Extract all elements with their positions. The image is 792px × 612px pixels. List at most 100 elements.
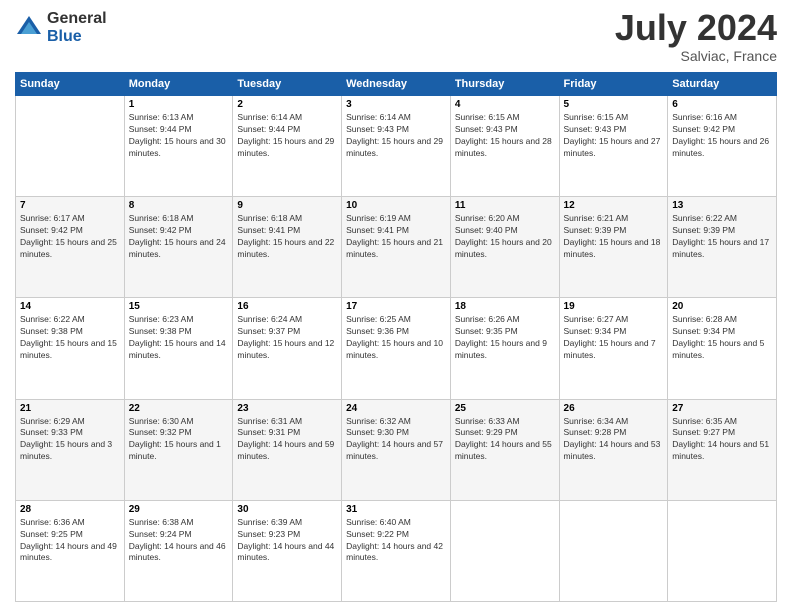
day-number: 27 — [672, 403, 772, 414]
col-tuesday: Tuesday — [233, 73, 342, 96]
day-number: 8 — [129, 200, 229, 211]
day-info: Sunrise: 6:31 AMSunset: 9:31 PMDaylight:… — [237, 416, 337, 464]
day-number: 20 — [672, 301, 772, 312]
table-cell: 17 Sunrise: 6:25 AMSunset: 9:36 PMDayligh… — [342, 298, 451, 399]
table-cell — [450, 500, 559, 601]
day-info: Sunrise: 6:35 AMSunset: 9:27 PMDaylight:… — [672, 416, 772, 464]
day-info: Sunrise: 6:22 AMSunset: 9:38 PMDaylight:… — [20, 314, 120, 362]
day-number: 28 — [20, 504, 120, 515]
day-info: Sunrise: 6:23 AMSunset: 9:38 PMDaylight:… — [129, 314, 229, 362]
day-info: Sunrise: 6:15 AMSunset: 9:43 PMDaylight:… — [564, 112, 664, 160]
logo-text: General Blue — [47, 10, 107, 45]
day-number: 22 — [129, 403, 229, 414]
table-cell: 24 Sunrise: 6:32 AMSunset: 9:30 PMDayligh… — [342, 399, 451, 500]
title-month: July 2024 — [615, 10, 777, 46]
table-cell: 9 Sunrise: 6:18 AMSunset: 9:41 PMDaylight… — [233, 197, 342, 298]
day-number: 2 — [237, 99, 337, 110]
day-number: 12 — [564, 200, 664, 211]
day-info: Sunrise: 6:29 AMSunset: 9:33 PMDaylight:… — [20, 416, 120, 464]
logo-general: General — [47, 10, 107, 28]
table-cell: 23 Sunrise: 6:31 AMSunset: 9:31 PMDayligh… — [233, 399, 342, 500]
table-cell — [559, 500, 668, 601]
table-cell: 3Sunrise: 6:14 AMSunset: 9:43 PMDaylight… — [342, 96, 451, 197]
day-info: Sunrise: 6:33 AMSunset: 9:29 PMDaylight:… — [455, 416, 555, 464]
table-cell: 1Sunrise: 6:13 AMSunset: 9:44 PMDaylight… — [124, 96, 233, 197]
day-info: Sunrise: 6:24 AMSunset: 9:37 PMDaylight:… — [237, 314, 337, 362]
week-row-3: 14 Sunrise: 6:22 AMSunset: 9:38 PMDayligh… — [16, 298, 777, 399]
week-row-5: 28 Sunrise: 6:36 AMSunset: 9:25 PMDayligh… — [16, 500, 777, 601]
table-cell: 10 Sunrise: 6:19 AMSunset: 9:41 PMDayligh… — [342, 197, 451, 298]
day-number: 23 — [237, 403, 337, 414]
day-number: 5 — [564, 99, 664, 110]
table-cell: 2Sunrise: 6:14 AMSunset: 9:44 PMDaylight… — [233, 96, 342, 197]
col-sunday: Sunday — [16, 73, 125, 96]
col-saturday: Saturday — [668, 73, 777, 96]
table-cell — [668, 500, 777, 601]
day-info: Sunrise: 6:15 AMSunset: 9:43 PMDaylight:… — [455, 112, 555, 160]
day-number: 15 — [129, 301, 229, 312]
day-info: Sunrise: 6:36 AMSunset: 9:25 PMDaylight:… — [20, 517, 120, 565]
table-cell: 18 Sunrise: 6:26 AMSunset: 9:35 PMDayligh… — [450, 298, 559, 399]
day-number: 16 — [237, 301, 337, 312]
day-info: Sunrise: 6:25 AMSunset: 9:36 PMDaylight:… — [346, 314, 446, 362]
table-cell: 27 Sunrise: 6:35 AMSunset: 9:27 PMDayligh… — [668, 399, 777, 500]
day-number: 9 — [237, 200, 337, 211]
header: General Blue July 2024 Salviac, France — [15, 10, 777, 64]
day-number: 30 — [237, 504, 337, 515]
col-wednesday: Wednesday — [342, 73, 451, 96]
day-number: 1 — [129, 99, 229, 110]
day-number: 10 — [346, 200, 446, 211]
table-cell: 15 Sunrise: 6:23 AMSunset: 9:38 PMDayligh… — [124, 298, 233, 399]
day-info: Sunrise: 6:19 AMSunset: 9:41 PMDaylight:… — [346, 213, 446, 261]
col-monday: Monday — [124, 73, 233, 96]
day-number: 25 — [455, 403, 555, 414]
table-cell: 14 Sunrise: 6:22 AMSunset: 9:38 PMDayligh… — [16, 298, 125, 399]
day-number: 29 — [129, 504, 229, 515]
week-row-4: 21 Sunrise: 6:29 AMSunset: 9:33 PMDayligh… — [16, 399, 777, 500]
title-location: Salviac, France — [615, 48, 777, 64]
logo-icon — [15, 14, 43, 42]
day-number: 7 — [20, 200, 120, 211]
table-cell: 26 Sunrise: 6:34 AMSunset: 9:28 PMDayligh… — [559, 399, 668, 500]
day-info: Sunrise: 6:32 AMSunset: 9:30 PMDaylight:… — [346, 416, 446, 464]
day-info: Sunrise: 6:30 AMSunset: 9:32 PMDaylight:… — [129, 416, 229, 464]
table-cell: 19 Sunrise: 6:27 AMSunset: 9:34 PMDayligh… — [559, 298, 668, 399]
day-number: 21 — [20, 403, 120, 414]
calendar-header-row: Sunday Monday Tuesday Wednesday Thursday… — [16, 73, 777, 96]
table-cell: 22 Sunrise: 6:30 AMSunset: 9:32 PMDayligh… — [124, 399, 233, 500]
logo-blue: Blue — [47, 28, 107, 46]
day-info: Sunrise: 6:27 AMSunset: 9:34 PMDaylight:… — [564, 314, 664, 362]
table-cell: 21 Sunrise: 6:29 AMSunset: 9:33 PMDayligh… — [16, 399, 125, 500]
table-cell: 7 Sunrise: 6:17 AMSunset: 9:42 PMDaylight… — [16, 197, 125, 298]
day-number: 26 — [564, 403, 664, 414]
day-info: Sunrise: 6:18 AMSunset: 9:41 PMDaylight:… — [237, 213, 337, 261]
table-cell: 30Sunrise: 6:39 AMSunset: 9:23 PMDayligh… — [233, 500, 342, 601]
table-cell: 20 Sunrise: 6:28 AMSunset: 9:34 PMDayligh… — [668, 298, 777, 399]
day-info: Sunrise: 6:34 AMSunset: 9:28 PMDaylight:… — [564, 416, 664, 464]
table-cell: 16 Sunrise: 6:24 AMSunset: 9:37 PMDayligh… — [233, 298, 342, 399]
page: General Blue July 2024 Salviac, France S… — [0, 0, 792, 612]
day-number: 4 — [455, 99, 555, 110]
calendar-table: Sunday Monday Tuesday Wednesday Thursday… — [15, 72, 777, 602]
table-cell: 25 Sunrise: 6:33 AMSunset: 9:29 PMDayligh… — [450, 399, 559, 500]
table-cell: 28 Sunrise: 6:36 AMSunset: 9:25 PMDayligh… — [16, 500, 125, 601]
day-number: 13 — [672, 200, 772, 211]
day-info: Sunrise: 6:38 AMSunset: 9:24 PMDaylight:… — [129, 517, 229, 565]
logo: General Blue — [15, 10, 107, 45]
day-info: Sunrise: 6:21 AMSunset: 9:39 PMDaylight:… — [564, 213, 664, 261]
day-number: 18 — [455, 301, 555, 312]
week-row-2: 7 Sunrise: 6:17 AMSunset: 9:42 PMDaylight… — [16, 197, 777, 298]
day-number: 17 — [346, 301, 446, 312]
day-number: 19 — [564, 301, 664, 312]
table-cell: 11Sunrise: 6:20 AMSunset: 9:40 PMDayligh… — [450, 197, 559, 298]
table-cell: 29 Sunrise: 6:38 AMSunset: 9:24 PMDayligh… — [124, 500, 233, 601]
day-number: 24 — [346, 403, 446, 414]
day-info: Sunrise: 6:17 AMSunset: 9:42 PMDaylight:… — [20, 213, 120, 261]
day-number: 14 — [20, 301, 120, 312]
table-cell: 13Sunrise: 6:22 AMSunset: 9:39 PMDayligh… — [668, 197, 777, 298]
day-info: Sunrise: 6:16 AMSunset: 9:42 PMDaylight:… — [672, 112, 772, 160]
day-info: Sunrise: 6:26 AMSunset: 9:35 PMDaylight:… — [455, 314, 555, 362]
day-info: Sunrise: 6:28 AMSunset: 9:34 PMDaylight:… — [672, 314, 772, 362]
table-cell: 12 Sunrise: 6:21 AMSunset: 9:39 PMDayligh… — [559, 197, 668, 298]
title-block: July 2024 Salviac, France — [615, 10, 777, 64]
